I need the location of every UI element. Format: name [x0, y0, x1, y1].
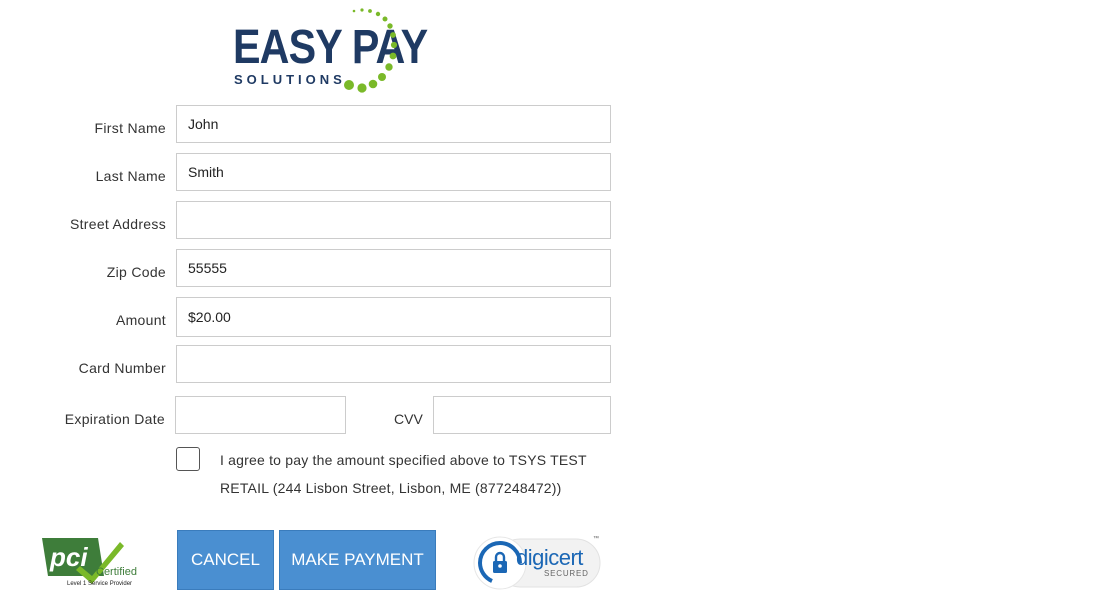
last-name-label: Last Name — [95, 168, 166, 184]
pci-certified-text: Certified — [96, 566, 137, 578]
make-payment-button[interactable]: MAKE PAYMENT — [279, 530, 436, 590]
pci-sub-text: Level 1 Service Provider — [67, 581, 133, 587]
logo-dots-icon — [344, 8, 398, 93]
expiration-date-input[interactable] — [175, 396, 346, 434]
pci-main-text: pci — [50, 542, 88, 572]
digicert-secured-text: SECURED — [544, 569, 589, 578]
cvv-label: CVV — [394, 411, 423, 427]
first-name-input[interactable] — [176, 105, 611, 143]
first-name-label: First Name — [94, 120, 166, 136]
cvv-input[interactable] — [433, 396, 611, 434]
amount-input[interactable] — [176, 297, 611, 337]
last-name-input[interactable] — [176, 153, 611, 191]
zip-code-label: Zip Code — [106, 264, 166, 280]
amount-label: Amount — [115, 312, 166, 328]
cancel-button[interactable]: CANCEL — [177, 530, 274, 590]
digicert-name-text: digicert — [516, 545, 583, 570]
zip-code-input[interactable] — [176, 249, 611, 287]
card-number-label: Card Number — [78, 360, 166, 376]
agree-checkbox[interactable] — [176, 447, 200, 471]
card-number-input[interactable] — [176, 345, 611, 383]
street-address-input[interactable] — [176, 201, 611, 239]
agree-text: I agree to pay the amount specified abov… — [220, 452, 587, 496]
expiration-date-label: Expiration Date — [64, 411, 165, 427]
street-address-label: Street Address — [69, 216, 166, 232]
digicert-tm-text: ™ — [593, 536, 599, 542]
